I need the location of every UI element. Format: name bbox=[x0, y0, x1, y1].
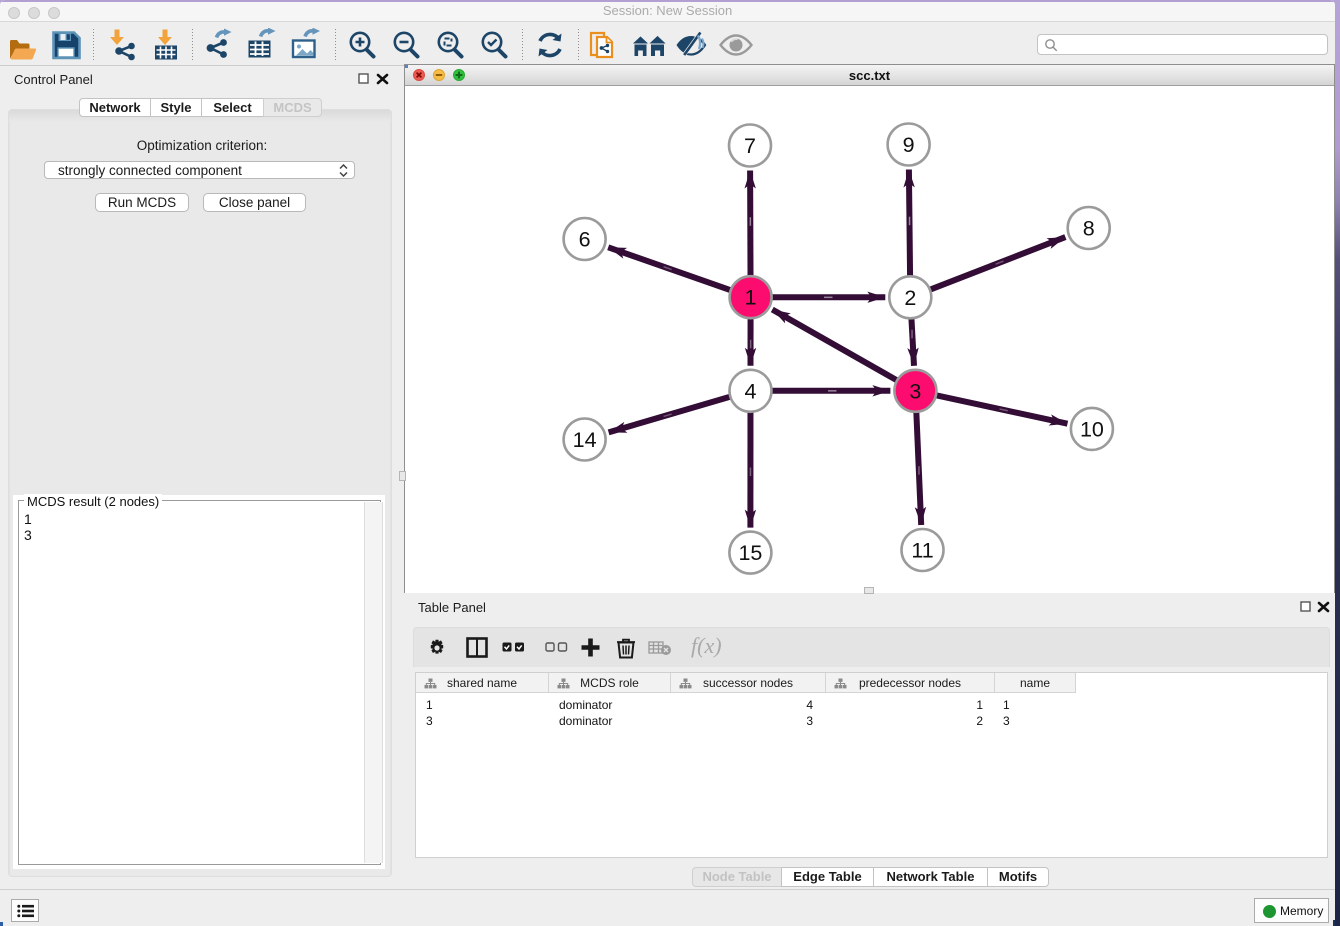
svg-text:1: 1 bbox=[745, 286, 757, 310]
svg-text:8: 8 bbox=[1083, 217, 1095, 241]
svg-text:15: 15 bbox=[738, 541, 762, 565]
svg-text:6: 6 bbox=[579, 228, 591, 252]
svg-text:10: 10 bbox=[1080, 417, 1104, 441]
svg-text:9: 9 bbox=[903, 133, 915, 157]
svg-text:3: 3 bbox=[909, 379, 921, 403]
svg-text:14: 14 bbox=[573, 428, 597, 452]
svg-text:7: 7 bbox=[744, 134, 756, 158]
svg-text:2: 2 bbox=[904, 286, 916, 310]
svg-text:4: 4 bbox=[745, 379, 757, 403]
svg-text:11: 11 bbox=[911, 539, 933, 563]
